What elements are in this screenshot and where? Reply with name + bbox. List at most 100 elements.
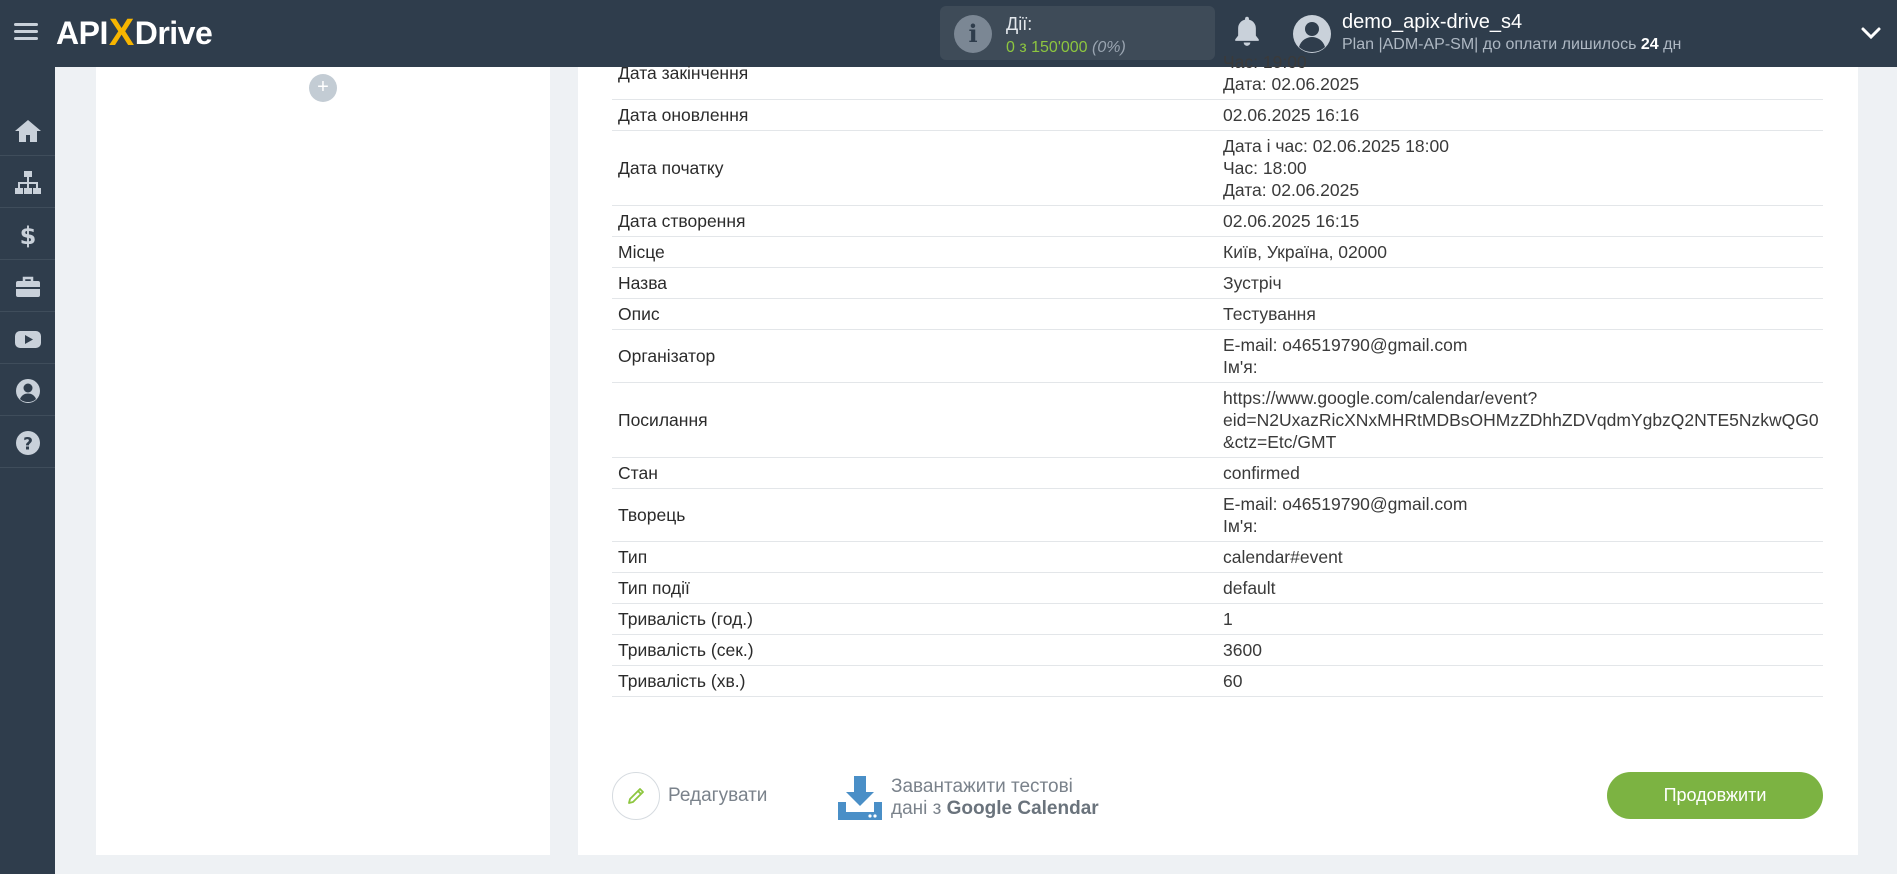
edit-circle — [612, 772, 660, 820]
svg-text:?: ? — [23, 435, 33, 455]
svg-text:$: $ — [20, 222, 37, 248]
field-name: Тривалість (сек.) — [618, 639, 754, 660]
field-value-line: Ім'я: — [1223, 516, 1258, 536]
table-row: Місце Київ, Україна, 02000 — [612, 237, 1823, 268]
field-value-line: 1 — [1223, 609, 1233, 629]
sidebar-item-billing[interactable]: $ — [0, 208, 55, 260]
table-row: Тривалість (хв.) 60 — [612, 666, 1823, 697]
load-test-data-button[interactable]: Завантажити тестові дані з Google Calend… — [837, 772, 1099, 824]
sidebar-item-home[interactable] — [0, 104, 55, 156]
table-row: Дата початку Дата і час: 02.06.2025 18:00… — [612, 131, 1823, 206]
table-row: Дата оновлення 02.06.2025 16:16 — [612, 100, 1823, 131]
field-value-line: Дата і час: 02.06.2025 18:00 — [1223, 136, 1449, 156]
field-value: Тестування — [1223, 299, 1316, 329]
field-value-line: 02.06.2025 16:15 — [1223, 211, 1360, 231]
field-value-line: calendar#event — [1223, 547, 1343, 567]
field-value: default — [1223, 573, 1276, 603]
field-name: Творець — [618, 504, 686, 525]
field-value: calendar#event — [1223, 542, 1343, 572]
table-row: Опис Тестування — [612, 299, 1823, 330]
bell-icon[interactable] — [1230, 14, 1264, 50]
sitemap-icon — [15, 171, 41, 194]
field-value-line: E-mail: o46519790@gmail.com — [1223, 494, 1468, 514]
chevron-down-icon[interactable] — [1860, 22, 1882, 44]
field-value-line: default — [1223, 578, 1276, 598]
field-value: E-mail: o46519790@gmail.com Ім'я: — [1223, 489, 1467, 541]
load-line-2-prefix: дані з — [891, 798, 942, 819]
user-name[interactable]: demo_apix-drive_s4 — [1342, 11, 1522, 34]
table-row: Дата створення 02.06.2025 16:15 — [612, 206, 1823, 237]
field-value: 02.06.2025 16:15 — [1223, 206, 1359, 236]
help-icon: ? — [16, 431, 40, 455]
edit-button[interactable]: Редагувати — [612, 772, 767, 820]
sidebar-item-video[interactable] — [0, 312, 55, 364]
load-test-data-label: Завантажити тестові дані з Google Calend… — [891, 776, 1099, 820]
field-value-line: 60 — [1223, 671, 1243, 691]
field-value-line: Час: 18:00 — [1223, 158, 1307, 178]
sidebar-item-profile[interactable] — [0, 364, 55, 416]
field-value-line: 3600 — [1223, 640, 1262, 660]
field-name: Тип події — [618, 577, 690, 598]
field-value: 02.06.2025 16:16 — [1223, 100, 1359, 130]
field-value: 60 — [1223, 666, 1242, 696]
field-value-line: E-mail: o46519790@gmail.com — [1223, 335, 1468, 355]
field-name: Тип — [618, 546, 648, 567]
field-value-line: Дата: 02.06.2025 — [1223, 74, 1360, 94]
field-name: Дата закінчення — [618, 62, 749, 83]
table-row: Тривалість (сек.) 3600 — [612, 635, 1823, 666]
table-row: Організатор E-mail: o46519790@gmail.com Ім… — [612, 330, 1823, 383]
field-value-line: Київ, Україна, 02000 — [1223, 242, 1387, 262]
field-value-line: eid=N2UxazRicXNxMHRtMDBsOHMzZDhhZDVqdmYg… — [1223, 410, 1819, 430]
field-value: Зустріч — [1223, 268, 1282, 298]
field-name: Місце — [618, 241, 665, 262]
download-icon — [838, 776, 882, 820]
field-value-line: https://www.google.com/calendar/event? — [1223, 388, 1538, 408]
pencil-icon — [628, 788, 644, 804]
sidebar-item-help[interactable]: ? — [0, 416, 55, 468]
youtube-icon — [15, 331, 41, 348]
sidebar-item-connections[interactable] — [0, 156, 55, 208]
sidebar-item-tools[interactable] — [0, 260, 55, 312]
load-line-1: Завантажити тестові — [891, 776, 1073, 797]
test-data-table: Дата закінчення Час: 19:00 Дата: 02.06.202… — [612, 47, 1823, 697]
field-value-line: &ctz=Etc/GMT — [1223, 432, 1337, 452]
table-row: Посилання https://www.google.com/calendar… — [612, 383, 1823, 458]
table-row: Тривалість (год.) 1 — [612, 604, 1823, 635]
field-value: E-mail: o46519790@gmail.com Ім'я: — [1223, 330, 1467, 382]
field-value-line: Час: 19:00 — [1223, 52, 1307, 72]
field-name: Тривалість (хв.) — [618, 670, 746, 691]
field-name: Дата створення — [618, 210, 746, 231]
actions-label: Дії: — [1006, 14, 1033, 34]
field-value-line: confirmed — [1223, 463, 1300, 483]
sidebar: $ ? — [0, 67, 55, 874]
field-name: Дата оновлення — [618, 104, 749, 125]
field-value: https://www.google.com/calendar/event? ei… — [1223, 383, 1819, 457]
field-value-line: Дата: 02.06.2025 — [1223, 180, 1360, 200]
field-name: Назва — [618, 272, 668, 293]
field-name: Стан — [618, 462, 658, 483]
field-name: Тривалість (год.) — [618, 608, 753, 629]
table-row: Дата закінчення Час: 19:00 Дата: 02.06.202… — [612, 47, 1823, 100]
continue-button[interactable]: Продовжити — [1607, 772, 1823, 819]
table-row: Творець E-mail: o46519790@gmail.com Ім'я: — [612, 489, 1823, 542]
field-name: Посилання — [618, 409, 708, 430]
menu-icon[interactable] — [14, 20, 38, 44]
field-value-line: Тестування — [1223, 304, 1316, 324]
left-panel — [96, 67, 550, 855]
table-row: Тип calendar#event — [612, 542, 1823, 573]
dollar-icon: $ — [20, 222, 37, 248]
field-value: Дата і час: 02.06.2025 18:00 Час: 18:00 Да… — [1223, 131, 1449, 205]
logo-text-drive: Drive — [134, 14, 213, 51]
briefcase-icon — [16, 276, 40, 297]
edit-label: Редагувати — [668, 785, 768, 806]
field-name: Дата початку — [618, 157, 724, 178]
add-step-button[interactable]: + — [309, 74, 337, 102]
home-icon — [15, 120, 41, 142]
table-row: Стан confirmed — [612, 458, 1823, 489]
field-value: 1 — [1223, 604, 1233, 634]
field-value: Час: 19:00 Дата: 02.06.2025 — [1223, 47, 1359, 99]
field-name: Організатор — [618, 345, 716, 366]
load-line-2-service: Google Calendar — [946, 798, 1099, 819]
logo-text-x: X — [108, 11, 134, 54]
apix-drive-logo[interactable]: API X Drive — [56, 11, 213, 54]
